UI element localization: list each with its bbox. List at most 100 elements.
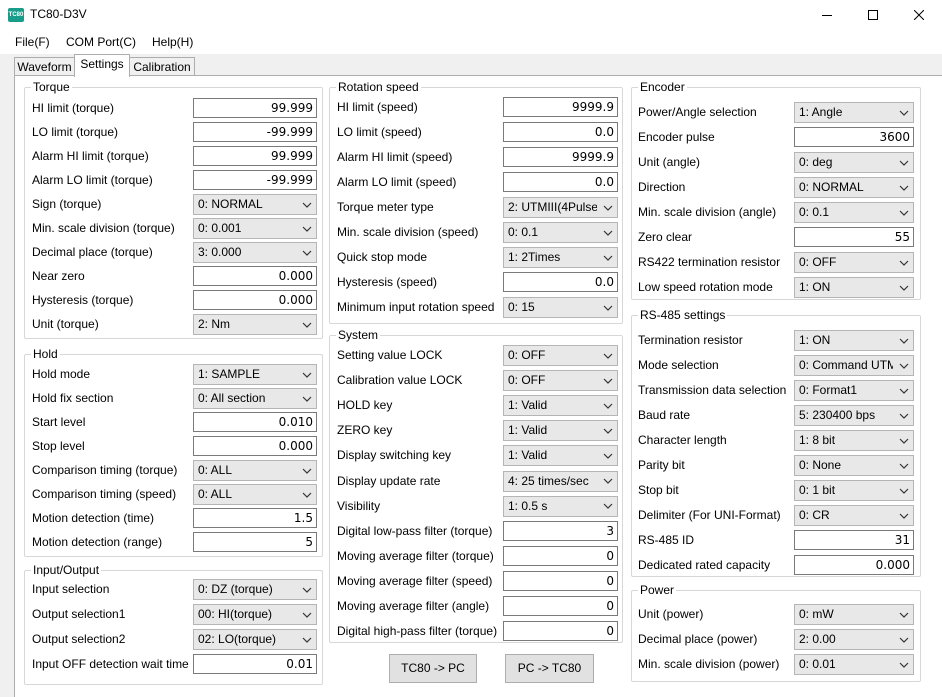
chevron-down-icon[interactable]: [599, 497, 617, 516]
tc80-to-pc-button[interactable]: TC80 -> PC: [389, 654, 477, 683]
combo-baud-rate[interactable]: 5: 230400 bps: [794, 405, 914, 426]
chevron-down-icon[interactable]: [895, 506, 913, 525]
combo-comparison-timing-speed[interactable]: 0: ALL: [193, 484, 317, 505]
chevron-down-icon[interactable]: [298, 389, 316, 408]
combo-decimal-place-power[interactable]: 2: 0.00: [794, 629, 914, 650]
input-moving-average-filter-angle[interactable]: 0: [503, 596, 618, 616]
pc-to-tc80-button[interactable]: PC -> TC80: [505, 654, 594, 683]
input-hysteresis-speed[interactable]: 0.0: [503, 272, 618, 292]
input-rs-485-id[interactable]: 31: [794, 530, 914, 550]
input-encoder-pulse[interactable]: 3600: [794, 127, 914, 147]
combo-unit-torque[interactable]: 2: Nm: [193, 314, 317, 335]
chevron-down-icon[interactable]: [599, 371, 617, 390]
input-alarm-lo-limit-speed[interactable]: 0.0: [503, 172, 618, 192]
tab-settings[interactable]: Settings: [74, 54, 130, 77]
chevron-down-icon[interactable]: [895, 655, 913, 674]
close-button[interactable]: [896, 0, 942, 30]
chevron-down-icon[interactable]: [599, 421, 617, 440]
input-motion-detection-range[interactable]: 5: [193, 532, 317, 552]
tab-waveform[interactable]: Waveform: [14, 57, 75, 77]
chevron-down-icon[interactable]: [895, 203, 913, 222]
combo-low-speed-rotation-mode[interactable]: 1: ON: [794, 277, 914, 298]
chevron-down-icon[interactable]: [895, 605, 913, 624]
chevron-down-icon[interactable]: [298, 365, 316, 384]
combo-character-length[interactable]: 1: 8 bit: [794, 430, 914, 451]
chevron-down-icon[interactable]: [895, 253, 913, 272]
chevron-down-icon[interactable]: [895, 278, 913, 297]
input-moving-average-filter-torque[interactable]: 0: [503, 545, 618, 566]
input-hi-limit-speed[interactable]: 9999.9: [503, 97, 618, 117]
input-start-level[interactable]: 0.010: [193, 412, 317, 432]
combo-hold-key[interactable]: 1: Valid: [503, 395, 618, 417]
input-digital-low-pass-filter-torque[interactable]: 3: [503, 520, 618, 541]
combo-stop-bit[interactable]: 0: 1 bit: [794, 480, 914, 501]
combo-min-scale-division-speed[interactable]: 0: 0.1: [503, 222, 618, 243]
input-lo-limit-speed[interactable]: 0.0: [503, 122, 618, 142]
combo-min-scale-division-torque[interactable]: 0: 0.001: [193, 218, 317, 239]
chevron-down-icon[interactable]: [298, 630, 316, 649]
combo-min-scale-division-power[interactable]: 0: 0.01: [794, 654, 914, 675]
combo-direction[interactable]: 0: NORMAL: [794, 177, 914, 198]
combo-termination-resistor[interactable]: 1: ON: [794, 330, 914, 351]
chevron-down-icon[interactable]: [298, 485, 316, 504]
chevron-down-icon[interactable]: [298, 315, 316, 334]
maximize-button[interactable]: [850, 0, 896, 30]
combo-decimal-place-torque[interactable]: 3: 0.000: [193, 242, 317, 263]
combo-display-switching-key[interactable]: 1: Valid: [503, 445, 618, 467]
tab-calibration[interactable]: Calibration: [129, 57, 195, 77]
chevron-down-icon[interactable]: [895, 331, 913, 350]
combo-input-selection[interactable]: 0: DZ (torque): [193, 579, 317, 600]
chevron-down-icon[interactable]: [599, 248, 617, 267]
combo-delimiter-for-uni-format[interactable]: 0: CR: [794, 505, 914, 526]
chevron-down-icon[interactable]: [895, 153, 913, 172]
combo-unit-angle[interactable]: 0: deg: [794, 152, 914, 173]
menu-help[interactable]: Help(H): [152, 35, 193, 49]
input-alarm-hi-limit-torque[interactable]: 99.999: [193, 146, 317, 166]
chevron-down-icon[interactable]: [599, 346, 617, 365]
chevron-down-icon[interactable]: [599, 446, 617, 465]
combo-zero-key[interactable]: 1: Valid: [503, 420, 618, 442]
chevron-down-icon[interactable]: [298, 461, 316, 480]
combo-transmission-data-selection[interactable]: 0: Format1: [794, 380, 914, 401]
input-input-off-detection-wait-time[interactable]: 0.01: [193, 654, 317, 674]
menu-com-port[interactable]: COM Port(C): [66, 35, 136, 49]
combo-unit-power[interactable]: 0: mW: [794, 604, 914, 625]
chevron-down-icon[interactable]: [298, 195, 316, 214]
combo-mode-selection[interactable]: 0: Command UTM/: [794, 355, 914, 376]
chevron-down-icon[interactable]: [298, 580, 316, 599]
input-dedicated-rated-capacity[interactable]: 0.000: [794, 555, 914, 575]
chevron-down-icon[interactable]: [298, 605, 316, 624]
input-motion-detection-time[interactable]: 1.5: [193, 508, 317, 528]
combo-rs422-termination-resistor[interactable]: 0: OFF: [794, 252, 914, 273]
chevron-down-icon[interactable]: [599, 223, 617, 242]
chevron-down-icon[interactable]: [599, 396, 617, 415]
combo-min-scale-division-angle[interactable]: 0: 0.1: [794, 202, 914, 223]
menu-file[interactable]: File(F): [15, 35, 50, 49]
input-stop-level[interactable]: 0.000: [193, 436, 317, 456]
combo-torque-meter-type[interactable]: 2: UTMIII(4Pulses): [503, 197, 618, 218]
input-alarm-lo-limit-torque[interactable]: -99.999: [193, 170, 317, 190]
chevron-down-icon[interactable]: [895, 456, 913, 475]
input-hi-limit-torque[interactable]: 99.999: [193, 98, 317, 118]
combo-hold-mode[interactable]: 1: SAMPLE: [193, 364, 317, 385]
chevron-down-icon[interactable]: [895, 481, 913, 500]
chevron-down-icon[interactable]: [895, 431, 913, 450]
input-alarm-hi-limit-speed[interactable]: 9999.9: [503, 147, 618, 167]
combo-power-angle-selection[interactable]: 1: Angle: [794, 102, 914, 123]
combo-display-update-rate[interactable]: 4: 25 times/sec: [503, 470, 618, 492]
input-lo-limit-torque[interactable]: -99.999: [193, 122, 317, 142]
chevron-down-icon[interactable]: [895, 178, 913, 197]
minimize-button[interactable]: [804, 0, 850, 30]
combo-output-selection1[interactable]: 00: HI(torque): [193, 604, 317, 625]
chevron-down-icon[interactable]: [599, 472, 617, 491]
combo-sign-torque[interactable]: 0: NORMAL: [193, 194, 317, 215]
combo-visibility[interactable]: 1: 0.5 s: [503, 495, 618, 517]
combo-output-selection2[interactable]: 02: LO(torque): [193, 629, 317, 650]
input-near-zero[interactable]: 0.000: [193, 266, 317, 286]
chevron-down-icon[interactable]: [298, 219, 316, 238]
chevron-down-icon[interactable]: [895, 406, 913, 425]
chevron-down-icon[interactable]: [895, 381, 913, 400]
input-moving-average-filter-speed[interactable]: 0: [503, 570, 618, 591]
chevron-down-icon[interactable]: [599, 298, 617, 317]
combo-comparison-timing-torque[interactable]: 0: ALL: [193, 460, 317, 481]
